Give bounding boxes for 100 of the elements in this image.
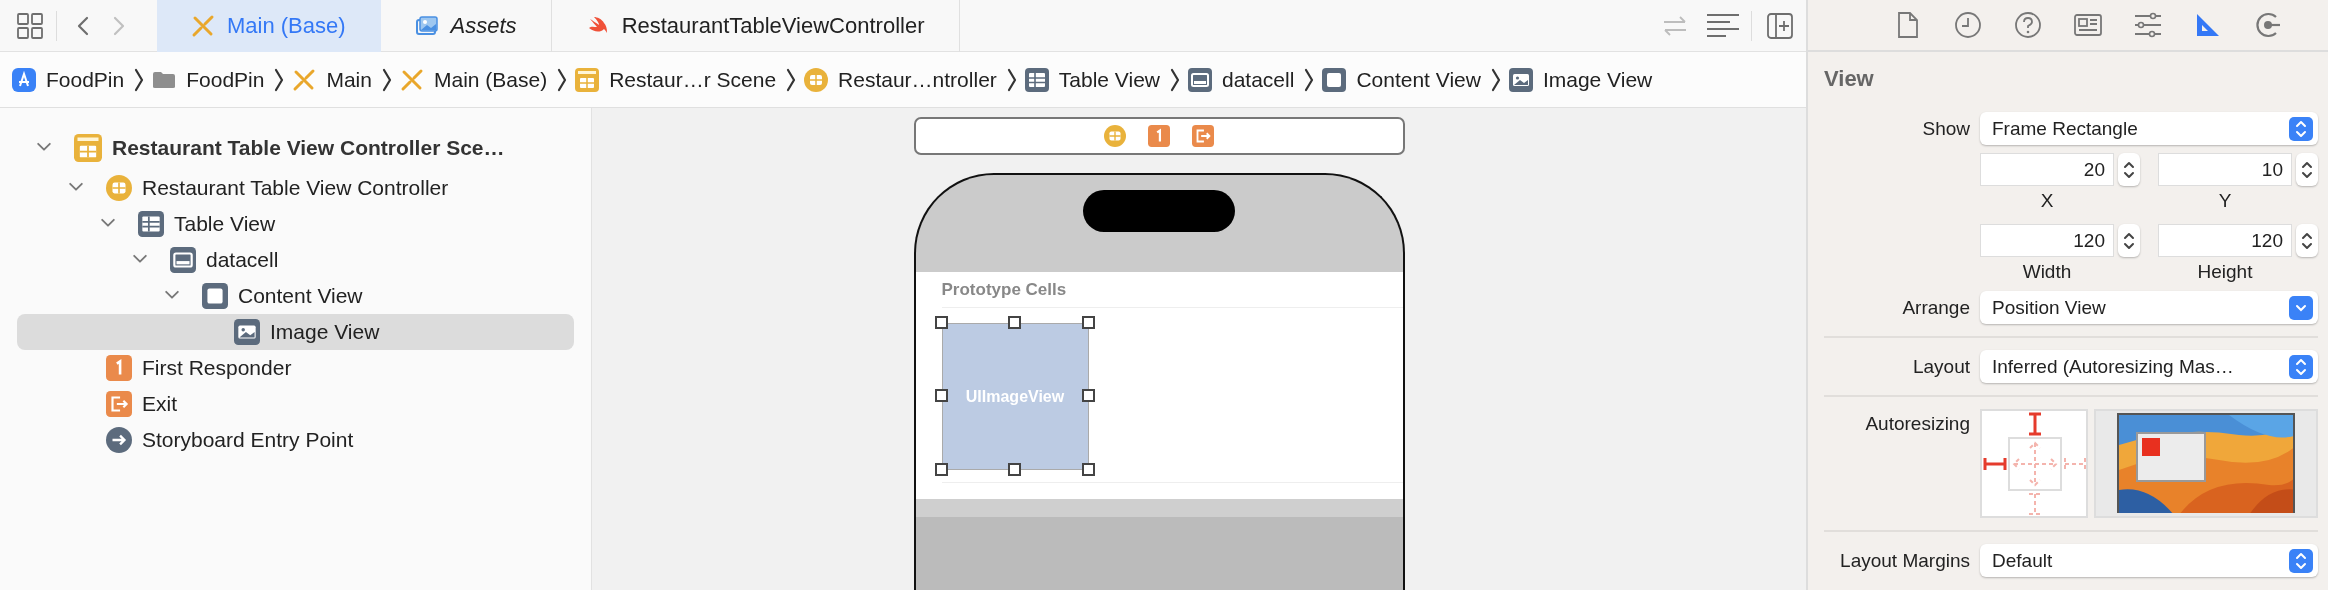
cell-icon bbox=[1188, 67, 1212, 92]
popup-value: Position View bbox=[1992, 296, 2106, 319]
editor-tab[interactable]: RestaurantTableViewController bbox=[551, 0, 960, 52]
breadcrumb-label: Restaur…ntroller bbox=[838, 67, 997, 92]
breadcrumb-item[interactable]: FoodPin bbox=[12, 67, 125, 92]
image-view-icon bbox=[1508, 67, 1533, 92]
breadcrumb-item[interactable]: datacell bbox=[1188, 67, 1295, 92]
popup-value: Frame Rectangle bbox=[1992, 117, 2138, 140]
app-icon bbox=[12, 67, 36, 92]
field-caption: Y bbox=[2217, 189, 2233, 213]
outline-row[interactable]: Table View bbox=[17, 206, 574, 242]
breadcrumb-item[interactable]: Content View bbox=[1322, 67, 1481, 92]
field-label: Arrange bbox=[1901, 296, 1970, 319]
storyboard-icon bbox=[292, 67, 317, 92]
stepper[interactable] bbox=[2296, 224, 2318, 257]
assets-icon bbox=[414, 13, 439, 38]
breadcrumb-item[interactable]: Main bbox=[292, 67, 372, 92]
breadcrumb-item[interactable]: Main (Base) bbox=[399, 67, 548, 92]
field-caption: Width bbox=[2021, 260, 2073, 284]
number-field[interactable]: 120 bbox=[2158, 224, 2292, 257]
outline-item-label: First Responder bbox=[142, 356, 292, 380]
path-separator-icon bbox=[784, 67, 797, 92]
popup-value: Inferred (Autoresizing Mas… bbox=[1992, 355, 2234, 378]
outline-row[interactable]: Storyboard Entry Point bbox=[17, 422, 574, 458]
outline-row[interactable]: Restaurant Table View Controller bbox=[17, 170, 574, 206]
outline-item-label: datacell bbox=[206, 248, 279, 272]
field-caption: X bbox=[2039, 189, 2055, 213]
connections-icon bbox=[2254, 11, 2282, 39]
breadcrumb-item[interactable]: Table View bbox=[1024, 67, 1160, 92]
resize-handle[interactable] bbox=[1007, 316, 1021, 329]
outline-row[interactable]: Content View bbox=[17, 278, 574, 314]
content-view-icon bbox=[1322, 67, 1347, 92]
breadcrumb-item[interactable]: FoodPin bbox=[152, 67, 265, 92]
breadcrumb-label: FoodPin bbox=[186, 67, 265, 92]
field-label: Layout Margins bbox=[1839, 549, 1970, 572]
number-field[interactable]: 10 bbox=[2158, 153, 2292, 186]
editor-tab[interactable]: Assets bbox=[380, 0, 552, 52]
first-responder-icon bbox=[1148, 125, 1170, 147]
ruler-icon bbox=[2195, 12, 2221, 38]
outline-item-label: Content View bbox=[238, 284, 363, 308]
dropdown-chevron-icon bbox=[2289, 295, 2313, 320]
popup-button[interactable]: Inferred (Autoresizing Mas… bbox=[1980, 350, 2318, 383]
breadcrumb-label: FoodPin bbox=[46, 67, 125, 92]
table-icon bbox=[1024, 67, 1049, 92]
number-field[interactable]: 120 bbox=[1980, 224, 2114, 257]
updown-chevron-icon bbox=[2289, 354, 2313, 379]
resize-handle[interactable] bbox=[1081, 316, 1095, 329]
field-label: Autoresizing bbox=[1864, 412, 1970, 435]
entry-point-icon bbox=[106, 427, 132, 453]
breadcrumb-item[interactable]: Restaur…ntroller bbox=[804, 67, 997, 92]
first-responder-icon bbox=[106, 355, 132, 381]
section-title: View bbox=[1823, 65, 1875, 93]
breadcrumb-item[interactable]: Image View bbox=[1508, 67, 1653, 92]
help-icon bbox=[2014, 11, 2042, 39]
outline-row[interactable]: Restaurant Table View Controller Sce… bbox=[17, 126, 574, 170]
image-view-label: UIImageView bbox=[965, 387, 1065, 406]
breadcrumb-label: datacell bbox=[1222, 67, 1295, 92]
popup-value: Default bbox=[1992, 549, 2053, 572]
up-down-arrows-icon bbox=[2123, 231, 2135, 250]
tab-label: RestaurantTableViewController bbox=[621, 12, 925, 39]
breadcrumb-label: Main (Base) bbox=[433, 67, 548, 92]
preview-view-frame bbox=[2136, 432, 2206, 482]
image-view-icon bbox=[234, 319, 260, 345]
stepper[interactable] bbox=[2118, 153, 2140, 186]
popup-button[interactable]: Default bbox=[1980, 544, 2318, 577]
outline-item-label: Table View bbox=[174, 212, 276, 236]
breadcrumb-item[interactable]: Restaur…r Scene bbox=[575, 67, 777, 92]
exit-icon bbox=[106, 391, 132, 417]
outline-row[interactable]: Image View bbox=[17, 314, 574, 350]
breadcrumb-label: Table View bbox=[1058, 67, 1160, 92]
popup-button[interactable]: Position View bbox=[1980, 291, 2318, 324]
path-separator-icon bbox=[132, 67, 145, 92]
resize-handle[interactable] bbox=[934, 389, 948, 402]
stepper[interactable] bbox=[2118, 224, 2140, 257]
popup-button[interactable]: Frame Rectangle bbox=[1980, 112, 2318, 145]
storyboard-icon bbox=[399, 67, 424, 92]
outline-row[interactable]: datacell bbox=[17, 242, 574, 278]
outline-item-label: Restaurant Table View Controller bbox=[142, 176, 449, 200]
sliders-icon bbox=[2134, 12, 2162, 38]
table-icon bbox=[138, 211, 164, 237]
updown-chevron-icon bbox=[2289, 548, 2313, 573]
outline-row[interactable]: Exit bbox=[17, 386, 574, 422]
outline-row[interactable]: First Responder bbox=[17, 350, 574, 386]
scene-icon bbox=[74, 134, 102, 162]
field-label: Layout bbox=[1911, 355, 1970, 378]
outline-item-label: Storyboard Entry Point bbox=[142, 428, 354, 452]
outline-item-label: Image View bbox=[270, 320, 380, 344]
resize-handle[interactable] bbox=[934, 316, 948, 329]
resize-handle[interactable] bbox=[1007, 463, 1021, 476]
path-separator-icon bbox=[555, 67, 568, 92]
clock-icon bbox=[1954, 11, 1982, 39]
field-label: Show bbox=[1921, 117, 1970, 140]
resize-handle[interactable] bbox=[934, 463, 948, 476]
path-separator-icon bbox=[1302, 67, 1315, 92]
resize-handle[interactable] bbox=[1081, 463, 1095, 476]
stepper[interactable] bbox=[2296, 153, 2318, 186]
controller-icon bbox=[106, 175, 132, 201]
content-view-icon bbox=[202, 283, 228, 309]
breadcrumb-label: Content View bbox=[1356, 67, 1481, 92]
number-field[interactable]: 20 bbox=[1980, 153, 2114, 186]
